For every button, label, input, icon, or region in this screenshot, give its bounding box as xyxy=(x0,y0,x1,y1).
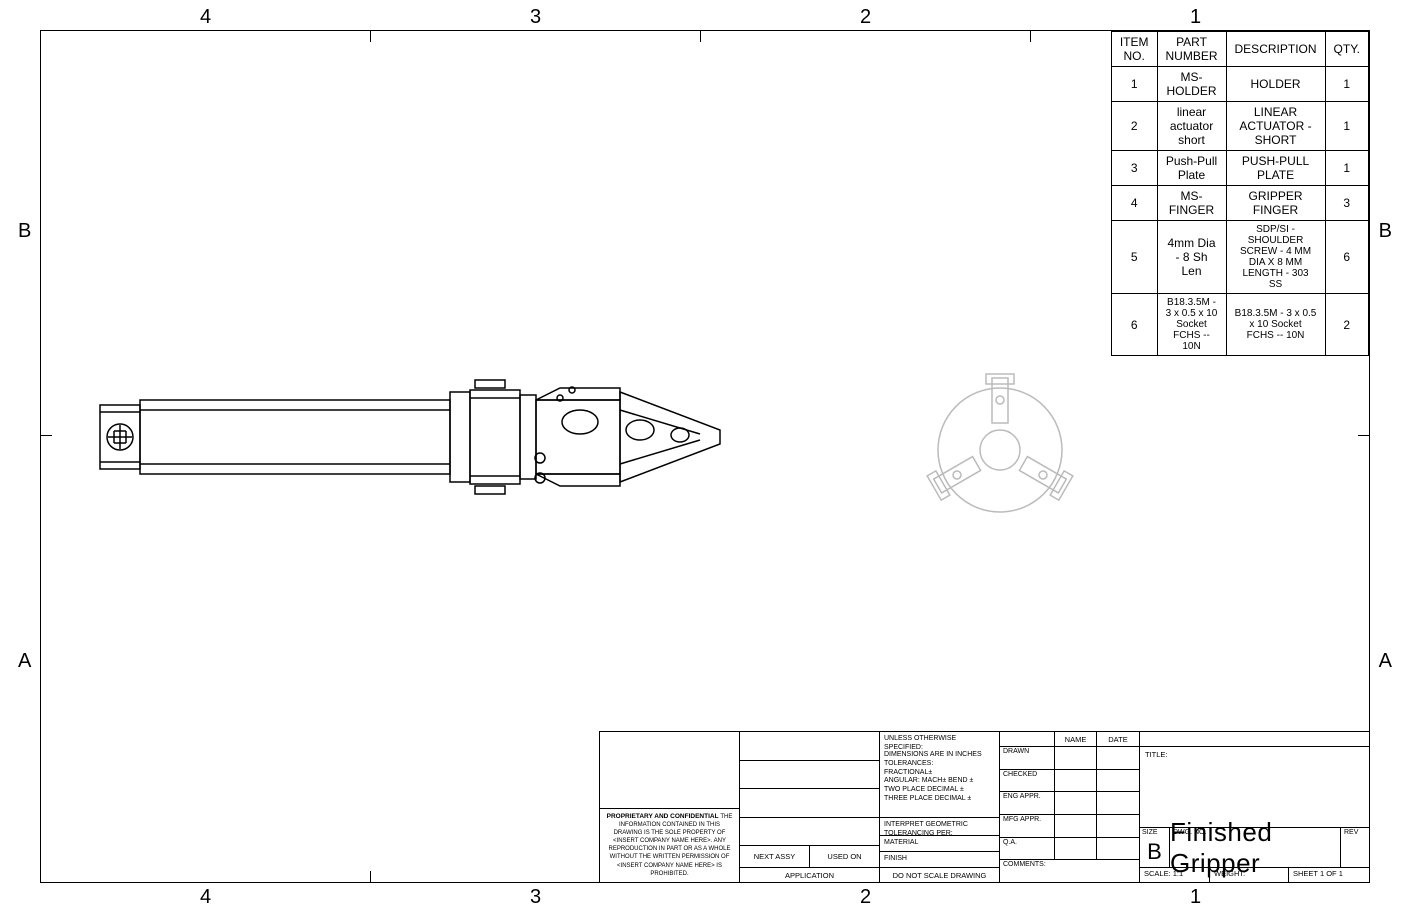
bom-cell-part: MS-HOLDER xyxy=(1157,67,1226,102)
bom-cell-item: 3 xyxy=(1111,151,1157,186)
zone-bot-4: 4 xyxy=(200,886,211,909)
bom-h-part: PART NUMBER xyxy=(1157,32,1226,67)
prop-body: THE INFORMATION CONTAINED IN THIS DRAWIN… xyxy=(608,814,732,877)
bom-row: 2linear actuator shortLINEAR ACTUATOR - … xyxy=(1111,102,1368,151)
bom-cell-item: 5 xyxy=(1111,221,1157,294)
proprietary-note: PROPRIETARY AND CONFIDENTIAL THE INFORMA… xyxy=(600,808,739,883)
date-header: DATE xyxy=(1097,732,1139,746)
sign-label: MFG APPR. xyxy=(1000,815,1055,837)
zone-bot-3: 3 xyxy=(530,886,541,909)
zone-right-A: A xyxy=(1379,650,1392,673)
sign-label: Q.A. xyxy=(1000,838,1055,860)
drawing-title: Finished Gripper xyxy=(1170,828,1340,867)
bom-cell-qty: 2 xyxy=(1325,294,1368,356)
bom-h-item: ITEM NO. xyxy=(1111,32,1157,67)
bom-cell-desc: LINEAR ACTUATOR - SHORT xyxy=(1226,102,1325,151)
sign-row: COMMENTS: xyxy=(1000,860,1139,882)
sign-row: Q.A. xyxy=(1000,838,1139,861)
bom-h-qty: QTY. xyxy=(1325,32,1368,67)
interpret-label: INTERPRET GEOMETRIC TOLERANCING PER: xyxy=(880,818,999,836)
zone-tick xyxy=(700,30,701,42)
bom-cell-desc: PUSH-PULL PLATE xyxy=(1226,151,1325,186)
bom-cell-desc: B18.3.5M - 3 x 0.5 x 10 Socket FCHS -- 1… xyxy=(1226,294,1325,356)
bom-row: 6B18.3.5M - 3 x 0.5 x 10 Socket FCHS -- … xyxy=(1111,294,1368,356)
name-header: NAME xyxy=(1055,732,1097,746)
sign-label: COMMENTS: xyxy=(1000,860,1055,882)
finish-label: FINISH xyxy=(880,852,999,868)
bom-table: ITEM NO. PART NUMBER DESCRIPTION QTY. 1M… xyxy=(1111,31,1369,356)
rev-label: REV xyxy=(1341,828,1369,867)
bom-cell-qty: 3 xyxy=(1325,186,1368,221)
size-value: B xyxy=(1140,837,1169,867)
bom-cell-qty: 1 xyxy=(1325,151,1368,186)
sign-row: MFG APPR. xyxy=(1000,815,1139,838)
zone-tick xyxy=(40,435,52,436)
bom-cell-qty: 6 xyxy=(1325,221,1368,294)
bom-cell-desc: SDP/SI - SHOULDER SCREW - 4 MM DIA X 8 M… xyxy=(1226,221,1325,294)
next-assy-label: NEXT ASSY xyxy=(740,846,810,867)
bom-row: 4MS-FINGERGRIPPER FINGER3 xyxy=(1111,186,1368,221)
used-on-label: USED ON xyxy=(810,846,879,867)
zone-left-A: A xyxy=(18,650,31,673)
bom-header-row: ITEM NO. PART NUMBER DESCRIPTION QTY. xyxy=(1111,32,1368,67)
tol-body: DIMENSIONS ARE IN INCHES TOLERANCES: FRA… xyxy=(880,748,999,818)
zone-bot-2: 2 xyxy=(860,886,871,909)
no-scale-label: DO NOT SCALE DRAWING xyxy=(880,868,999,882)
bom-cell-desc: GRIPPER FINGER xyxy=(1226,186,1325,221)
bom-cell-item: 2 xyxy=(1111,102,1157,151)
bom-h-desc: DESCRIPTION xyxy=(1226,32,1325,67)
zone-top-2: 2 xyxy=(860,6,871,29)
sign-label: CHECKED xyxy=(1000,770,1055,792)
bom-cell-part: MS-FINGER xyxy=(1157,186,1226,221)
gripper-side-view xyxy=(80,350,740,520)
bom-cell-part: 4mm Dia - 8 Sh Len xyxy=(1157,221,1226,294)
bom-cell-qty: 1 xyxy=(1325,102,1368,151)
bom-cell-desc: HOLDER xyxy=(1226,67,1325,102)
sign-row: ENG APPR. xyxy=(1000,792,1139,815)
zone-right-B: B xyxy=(1379,220,1392,243)
sign-row: DRAWN xyxy=(1000,747,1139,770)
prop-head: PROPRIETARY AND CONFIDENTIAL xyxy=(607,813,719,820)
bom-cell-part: linear actuator short xyxy=(1157,102,1226,151)
bom-cell-item: 1 xyxy=(1111,67,1157,102)
material-label: MATERIAL xyxy=(880,836,999,852)
zone-left-B: B xyxy=(18,220,31,243)
bom-cell-item: 4 xyxy=(1111,186,1157,221)
zone-tick xyxy=(370,871,371,883)
zone-tick xyxy=(1358,435,1370,436)
zone-tick xyxy=(1030,30,1031,42)
size-label: SIZE xyxy=(1140,828,1169,837)
sign-label: DRAWN xyxy=(1000,747,1055,769)
zone-top-3: 3 xyxy=(530,6,541,29)
bom-row: 3Push-Pull PlatePUSH-PULL PLATE1 xyxy=(1111,151,1368,186)
bom-cell-item: 6 xyxy=(1111,294,1157,356)
bom-cell-qty: 1 xyxy=(1325,67,1368,102)
zone-top-4: 4 xyxy=(200,6,211,29)
zone-bot-1: 1 xyxy=(1190,886,1201,909)
bom-row: 1MS-HOLDERHOLDER1 xyxy=(1111,67,1368,102)
gripper-end-view xyxy=(910,360,1090,540)
bom-cell-part: Push-Pull Plate xyxy=(1157,151,1226,186)
tol-head: UNLESS OTHERWISE SPECIFIED: xyxy=(880,732,999,748)
zone-tick xyxy=(370,30,371,42)
bom-row: 54mm Dia - 8 Sh LenSDP/SI - SHOULDER SCR… xyxy=(1111,221,1368,294)
zone-top-1: 1 xyxy=(1190,6,1201,29)
sign-label: ENG APPR. xyxy=(1000,792,1055,814)
title-block: PROPRIETARY AND CONFIDENTIAL THE INFORMA… xyxy=(599,731,1369,882)
application-label: APPLICATION xyxy=(740,868,879,882)
bom-cell-part: B18.3.5M - 3 x 0.5 x 10 Socket FCHS -- 1… xyxy=(1157,294,1226,356)
sign-row: CHECKED xyxy=(1000,770,1139,793)
